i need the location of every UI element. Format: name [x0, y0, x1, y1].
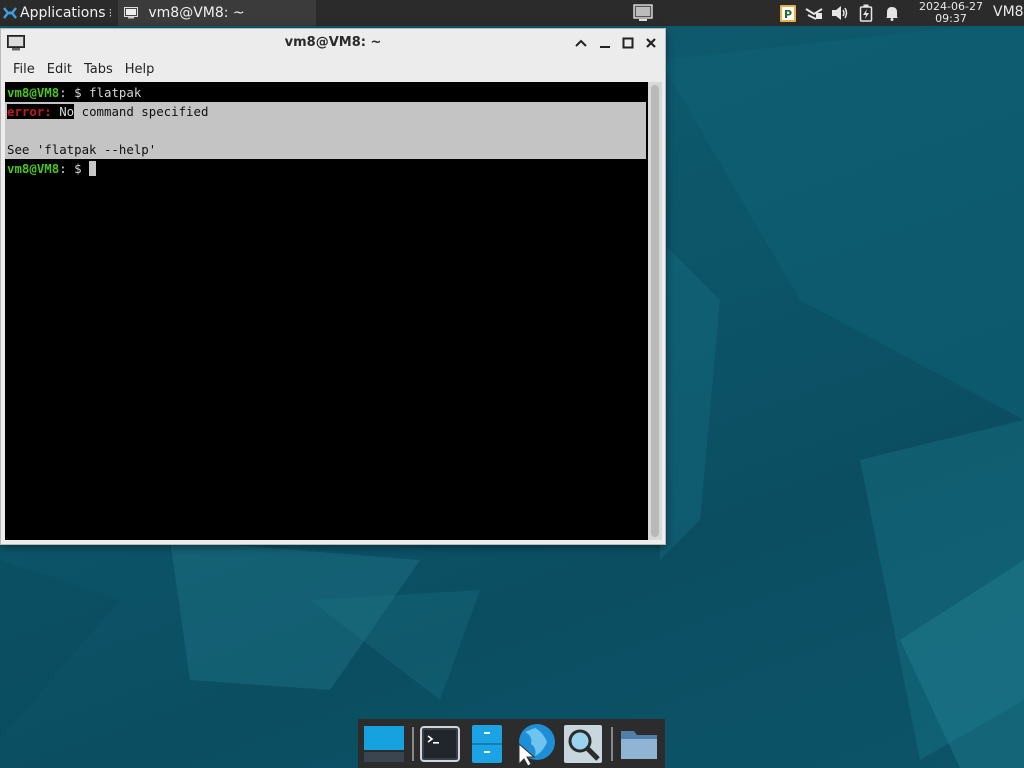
clock[interactable]: 2024-06-27 09:37	[914, 1, 988, 25]
menu-help[interactable]: Help	[119, 62, 161, 77]
terminal-icon	[419, 725, 460, 762]
command-text: flatpak	[89, 85, 142, 100]
dock-terminal[interactable]	[418, 722, 462, 766]
prompt-suffix: : $	[59, 85, 90, 100]
prompt-user: vm8@VM8	[7, 85, 60, 100]
terminal-window-icon	[124, 7, 139, 19]
error-label: error:	[7, 104, 52, 119]
shade-button[interactable]	[572, 34, 590, 52]
dock-file-manager[interactable]	[466, 722, 510, 766]
applications-label: Applications	[20, 5, 106, 21]
file-manager-icon	[472, 724, 503, 763]
minimize-icon	[600, 46, 610, 48]
applications-menu[interactable]: Applications ⁝	[0, 0, 116, 26]
monitor-icon	[633, 4, 653, 21]
scrollbar-thumb[interactable]	[651, 85, 659, 537]
show-desktop-button[interactable]	[630, 0, 656, 26]
chevron-up-icon	[575, 39, 587, 47]
volume-icon[interactable]	[830, 3, 850, 23]
system-tray: P	[775, 0, 905, 26]
minimize-button[interactable]	[596, 34, 614, 52]
menu-separator-icon: ⁝	[108, 6, 113, 20]
error-message-start: No	[51, 104, 75, 119]
notifications-bell-icon[interactable]	[882, 3, 902, 23]
web-browser-icon	[518, 723, 556, 766]
terminal-scrollbar[interactable]	[648, 82, 662, 540]
user-menu[interactable]: VM8	[993, 4, 1024, 20]
maximize-button[interactable]	[619, 34, 637, 52]
terminal-line-error: error: No command specified	[7, 102, 208, 121]
clock-time: 09:37	[935, 12, 967, 25]
terminal-line-help-hint: See 'flatpak --help'	[7, 142, 157, 157]
clipboard-manager-icon[interactable]: P	[778, 3, 798, 23]
show-desktop-icon	[363, 725, 404, 762]
app-finder-icon	[564, 724, 603, 763]
prompt-suffix: : $	[59, 161, 90, 176]
battery-icon[interactable]	[856, 3, 876, 23]
terminal-cursor	[89, 161, 97, 176]
close-button[interactable]	[642, 34, 660, 52]
menu-tabs[interactable]: Tabs	[78, 62, 119, 77]
terminal-output[interactable]: vm8@VM8: $ flatpak error: No command spe…	[5, 82, 648, 540]
window-titlebar[interactable]: vm8@VM8: ~	[1, 29, 665, 57]
svg-text:P: P	[784, 8, 792, 21]
dock-folder[interactable]	[617, 722, 661, 766]
xfce-logo-icon	[3, 7, 17, 19]
dock-separator	[411, 726, 414, 761]
taskbar-window-button[interactable]: vm8@VM8: ~	[118, 0, 317, 26]
network-icon[interactable]	[804, 3, 824, 23]
error-message-rest: command specified	[74, 104, 209, 119]
prompt-user: vm8@VM8	[7, 161, 60, 176]
taskbar-window-label: vm8@VM8: ~	[148, 5, 245, 21]
folder-icon	[621, 730, 658, 759]
menu-file[interactable]: File	[7, 62, 41, 77]
dock-show-desktop[interactable]	[362, 722, 406, 766]
terminal-line-prompt: vm8@VM8: $	[7, 159, 97, 178]
menu-edit[interactable]: Edit	[41, 62, 78, 77]
close-icon	[646, 38, 656, 48]
dock	[358, 719, 665, 768]
dock-web-browser[interactable]	[513, 722, 557, 766]
top-panel: Applications ⁝ vm8@VM8: ~ P 2024-06-27 0…	[0, 0, 1024, 26]
terminal-line-command: vm8@VM8: $ flatpak	[7, 83, 141, 102]
terminal-window: vm8@VM8: ~ File Edit Tabs Help vm8@VM8: …	[0, 28, 666, 545]
dock-app-finder[interactable]	[561, 722, 605, 766]
window-menubar: File Edit Tabs Help	[1, 57, 665, 82]
window-title: vm8@VM8: ~	[284, 35, 382, 50]
dock-separator	[611, 726, 614, 761]
maximize-icon	[622, 37, 634, 49]
